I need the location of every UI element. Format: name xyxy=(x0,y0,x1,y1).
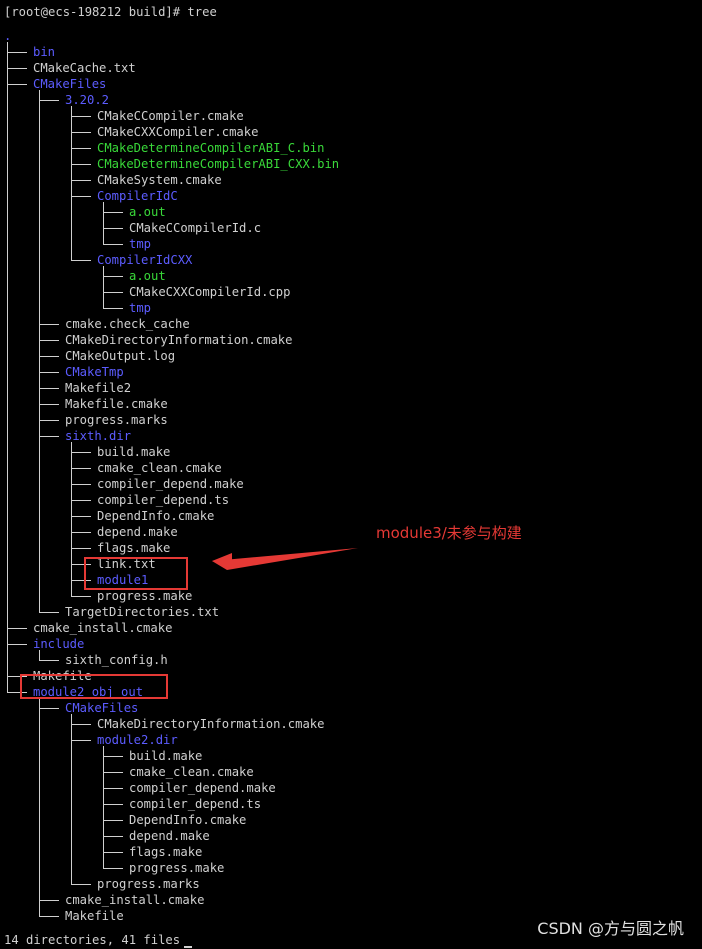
tree-file-entry: depend.make xyxy=(97,525,178,539)
tree-file-entry: depend.make xyxy=(129,829,210,843)
tree-file-entry: build.make xyxy=(97,445,171,459)
tree-file-entry: CMakeCCompiler.cmake xyxy=(97,109,244,123)
tree-file-entry: Makefile2 xyxy=(65,381,132,395)
tree-dir-entry: tmp xyxy=(129,301,152,315)
tree-file-entry: CMakeCache.txt xyxy=(33,61,136,75)
tree-file-entry: DependInfo.cmake xyxy=(97,509,215,523)
tree-file-entry: progress.make xyxy=(97,589,193,603)
tree-dir-entry: module2.dir xyxy=(97,733,178,747)
tree-file-entry: DependInfo.cmake xyxy=(129,813,247,827)
tree-dir-entry: CompilerIdC xyxy=(97,189,178,203)
tree-file-entry: Makefile.cmake xyxy=(65,397,168,411)
tree-file-entry: CMakeSystem.cmake xyxy=(97,173,222,187)
annotation-label: module3/未参与构建 xyxy=(376,524,522,542)
tree-file-entry: cmake_install.cmake xyxy=(65,893,205,907)
tree-dir-entry: CMakeFiles xyxy=(33,77,107,91)
tree-file-entry: cmake_install.cmake xyxy=(33,621,173,635)
tree-dir-entry: CMakeFiles xyxy=(65,701,139,715)
tree-file-entry: flags.make xyxy=(129,845,203,859)
tree-file-entry: TargetDirectories.txt xyxy=(65,605,220,619)
tree-file-entry: a.out xyxy=(129,269,166,283)
tree-file-entry: CMakeDirectoryInformation.cmake xyxy=(65,333,293,347)
tree-file-entry: cmake_clean.cmake xyxy=(97,461,222,475)
tree-file-entry: CMakeDetermineCompilerABI_CXX.bin xyxy=(97,157,340,171)
tree-file-entry: flags.make xyxy=(97,541,171,555)
tree-file-entry: progress.make xyxy=(129,861,225,875)
terminal-cursor xyxy=(184,946,193,948)
tree-file-entry: compiler_depend.ts xyxy=(97,493,230,507)
tree-dir-entry: sixth.dir xyxy=(65,429,132,443)
tree-file-entry: a.out xyxy=(129,205,166,219)
tree-file-entry: progress.marks xyxy=(97,877,200,891)
tree-file-entry: compiler_depend.ts xyxy=(129,797,262,811)
tree-dir-entry: CMakeTmp xyxy=(65,365,124,379)
tree-dir-entry: include xyxy=(33,637,85,651)
terminal-window[interactable]: [root@ecs-198212 build]# tree . bin CMakeC… xyxy=(0,0,702,949)
tree-file-entry: CMakeOutput.log xyxy=(65,349,176,363)
watermark: CSDN @方与圆之帆 xyxy=(537,919,684,938)
tree-file-entry: sixth_config.h xyxy=(65,653,168,667)
tree-file-entry: CMakeDirectoryInformation.cmake xyxy=(97,717,325,731)
annotation-box-module2-obj-out xyxy=(20,674,168,699)
tree-file-entry: CMakeCXXCompilerId.cpp xyxy=(129,285,291,299)
tree-file-entry: Makefile xyxy=(65,909,124,923)
tree-file-entry: CMakeCXXCompiler.cmake xyxy=(97,125,259,139)
annotation-box-module1 xyxy=(84,557,188,590)
shell-prompt: [root@ecs-198212 build]# tree xyxy=(4,5,217,19)
tree-file-entry: compiler_depend.make xyxy=(129,781,276,795)
tree-file-entry: compiler_depend.make xyxy=(97,477,244,491)
tree-dir-entry: CompilerIdCXX xyxy=(97,253,193,267)
tree-summary: 14 directories, 41 files xyxy=(4,932,193,948)
tree-file-entry: cmake_clean.cmake xyxy=(129,765,254,779)
tree-file-entry: CMakeCCompilerId.c xyxy=(129,221,262,235)
tree-file-entry: progress.marks xyxy=(65,413,168,427)
tree-dir-entry: 3.20.2 xyxy=(65,93,110,107)
tree-file-entry: CMakeDetermineCompilerABI_C.bin xyxy=(97,141,325,155)
tree-dir-entry: tmp xyxy=(129,237,152,251)
tree-file-entry: cmake.check_cache xyxy=(65,317,190,331)
tree-dir-entry: bin xyxy=(33,45,56,59)
tree-file-entry: build.make xyxy=(129,749,203,763)
tree-dir-entry: . xyxy=(4,29,12,43)
